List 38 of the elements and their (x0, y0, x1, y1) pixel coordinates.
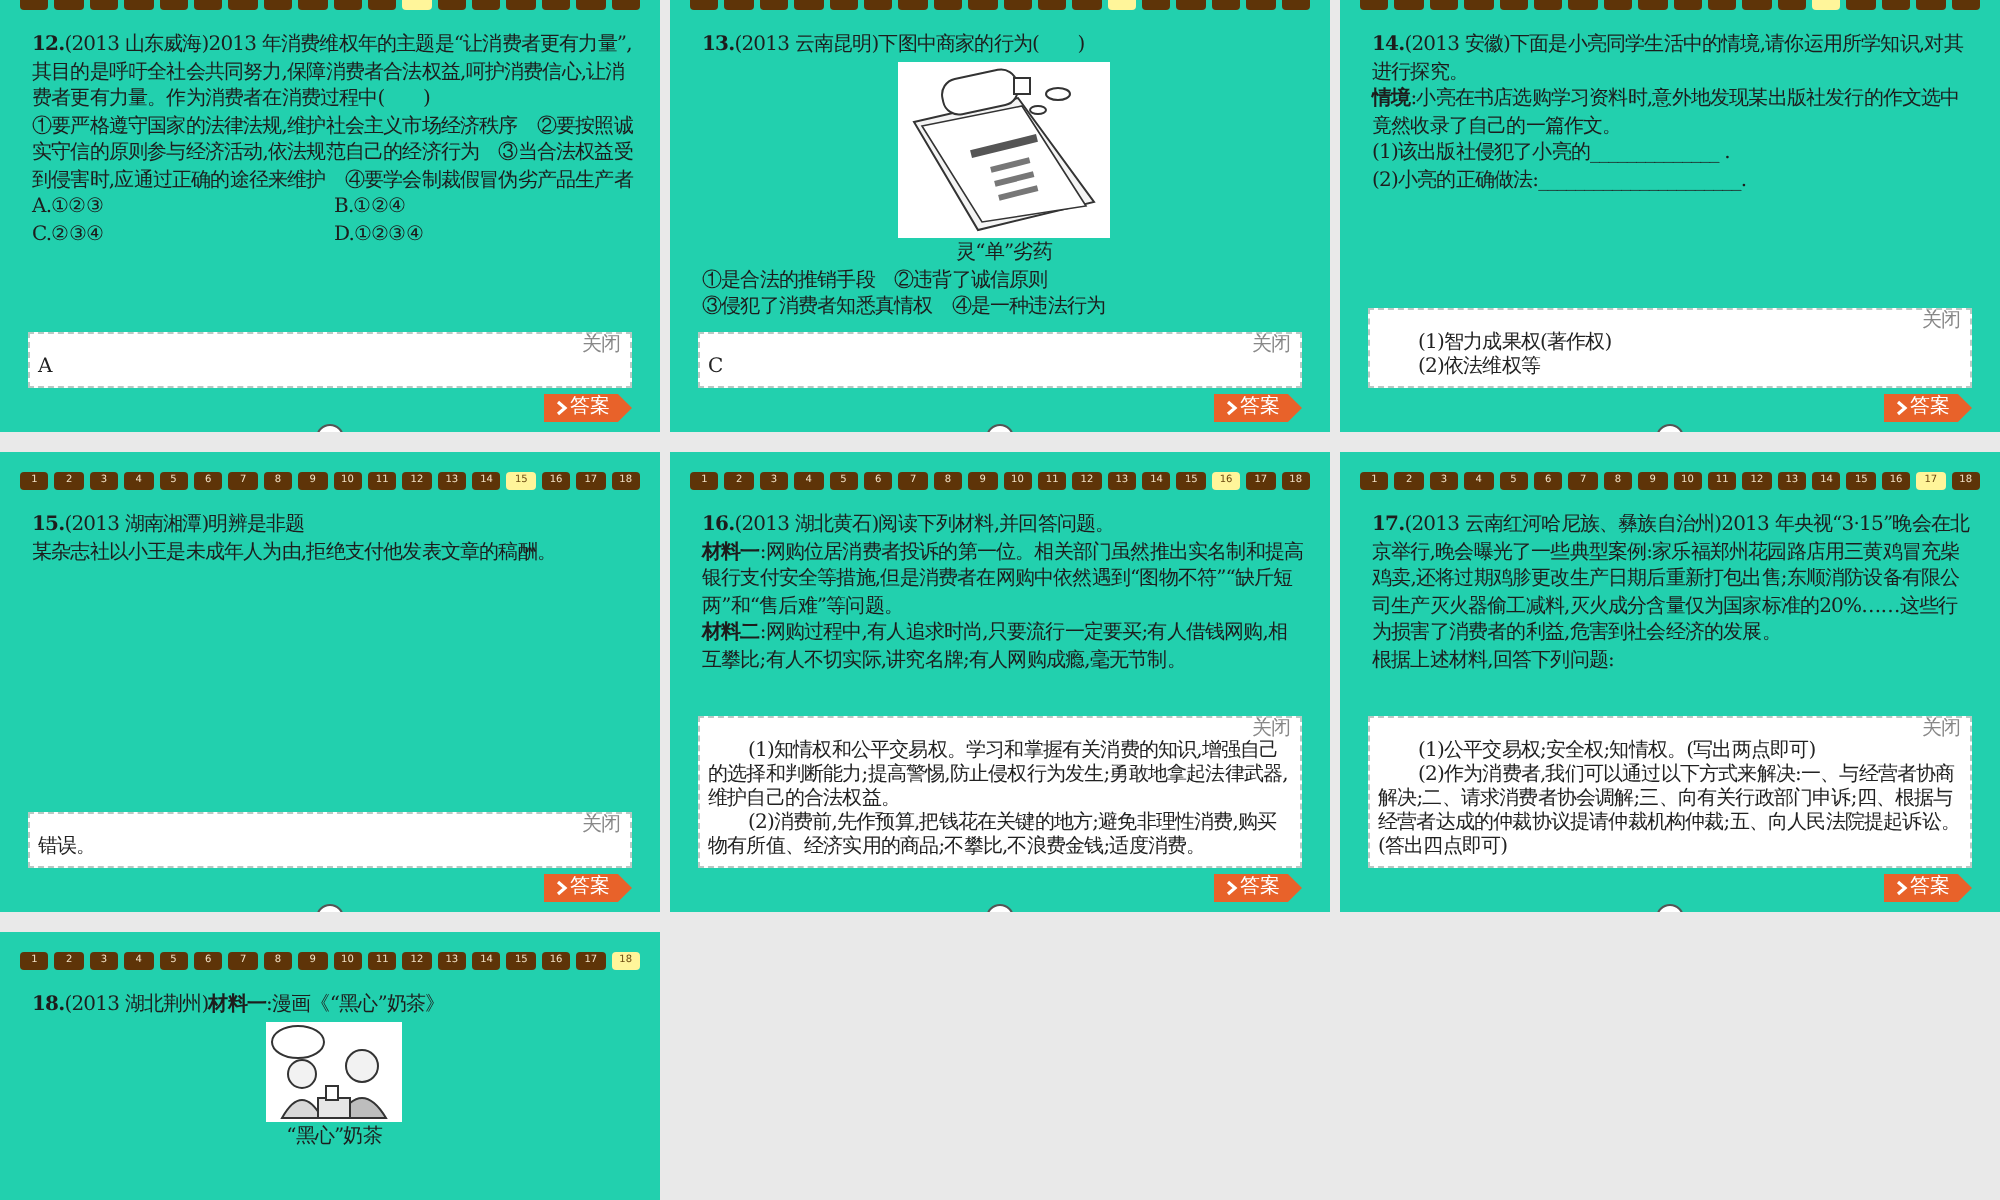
question-text: 根据上述材料,回答下列问题: (1372, 647, 1616, 674)
question-text: ③侵犯了消费者知悉真情权 ④是一种违法行为 (702, 294, 1108, 321)
answer-text: C (708, 356, 725, 380)
answer-option: D.①②③④ (334, 221, 636, 248)
close-link[interactable]: 关闭 (1378, 312, 1960, 332)
question-text: 14.(2013 安徽)下面是小亮同学生活中的情境,请你运用所学知识,对其进行探究。 (1372, 32, 1965, 86)
question-text: 13.(2013 云南昆明)下图中商家的行为( ) (702, 32, 1087, 59)
question-text: 18.(2013 湖北荆州)材料一:漫画《“黑心”奶茶》 (32, 992, 447, 1019)
answer-option: B.①②④ (334, 194, 636, 221)
question-text: (2)小亮的正确做法:______________________. (1372, 167, 1749, 194)
answer-text: A (38, 356, 55, 380)
close-link[interactable]: 关闭 (38, 816, 620, 836)
close-link[interactable]: 关闭 (38, 336, 620, 356)
close-link[interactable]: 关闭 (1378, 720, 1960, 740)
question-text: 12.(2013 山东威海)2013 年消费维权年的主题是“让消费者更有力量”,其目的是呼吁全社会共同努力,保障消费者合法权益,呵护消费信心,让消费者更有力量。作为消费者在消费过程中( ) (32, 32, 634, 113)
answer-text: (1)知情权和公平交易权。学习和掌握有关消费的知识,增强自己的选择和判断能力;提高警惕,防止侵权行为发生;勇敢地拿起法律武器,维护自己的合法权益。 (708, 740, 1290, 811)
answer-text: (2)依法维权等 (1416, 356, 1542, 380)
question-text: 16.(2013 湖北黄石)阅读下列材料,并回答问题。 (702, 512, 1117, 539)
picture-caption: 灵“单”劣药 (956, 241, 1052, 265)
answer-option: C.②③④ (32, 221, 334, 248)
question-text: 情境:小亮在书店选购学习资料时,意外地发现某出版社发行的作文选中竟然收录了自己的一篇作文。 (1372, 86, 1962, 140)
close-link[interactable]: 关闭 (708, 336, 1290, 356)
question-text: 17.(2013 云南红河哈尼族、彝族自治州)2013 年央视“3·15”晚会在北京举行,晚会曝光了一些典型案例:家乐福郑州花园路店用三黄鸡冒充柴鸡卖,还将过期鸡胗更改生产日期后重新打包出售;东顺消防设备有限公司生产灭火器偷工减料,灭火成分含量仅为国家标准的20%……这些行为损害了消费者的利益,危害到社会经济的发展。 (1372, 512, 1972, 647)
answer-text: 错误。 (38, 836, 98, 860)
question-text: ①要严格遵守国家的法律法规,维护社会主义市场经济秩序 ②要按照诚实守信的原则参与经济活动,依法规范自己的经济行为 ③当合法权益受到侵害时,应通过正确的途径来维护 ④要学会制裁假冒伪劣产品生产者 (32, 113, 635, 194)
question-text: 材料二:网购过程中,有人追求时尚,只要流行一定要买;有人借钱网购,相互攀比;有人不切实际,讲究名牌;有人网购成瘾,毫无节制。 (702, 620, 1290, 674)
question-text: (1)该出版社侵犯了小亮的______________ . (1372, 140, 1732, 167)
answer-text: (1)智力成果权(著作权) (1416, 332, 1614, 355)
picture-caption: “黑心”奶茶 (286, 1125, 382, 1149)
answer-text: (2)消费前,先作预算,把钱花在关键的地方;避免非理性消费,购买物有所值、经济实用的商品;不攀比,不浪费金钱;适度消费。 (708, 812, 1279, 860)
answer-text: (1)公平交易权;安全权;知情权。(写出两点即可) (1416, 740, 1818, 763)
question-text: 某杂志社以小王是未成年人为由,拒绝支付他发表文章的稿酬。 (32, 539, 558, 566)
answer-option: A.①②③ (32, 194, 334, 221)
question-text: 材料一:网购位居消费者投诉的第一位。相关部门虽然推出实名制和提高银行支付安全等措施,但是消费者在网购中依然遇到“图物不符”“缺斤短两”和“售后难”等问题。 (702, 539, 1306, 620)
question-text: 15.(2013 湖南湘潭)明辨是非题 (32, 512, 307, 539)
question-text: ①是合法的推销手段 ②违背了诚信原则 (702, 267, 1050, 294)
close-link[interactable]: 关闭 (708, 720, 1290, 740)
answer-text: (2)作为消费者,我们可以通过以下方式来解决:一、与经营者协商解决;二、请求消费者协会调解;三、向有关行政部门申诉;四、根据与经营者达成的仲裁协议提请仲裁机构仲裁;五、向人民法院提起诉讼。(答出四点即可) (1378, 764, 1960, 860)
